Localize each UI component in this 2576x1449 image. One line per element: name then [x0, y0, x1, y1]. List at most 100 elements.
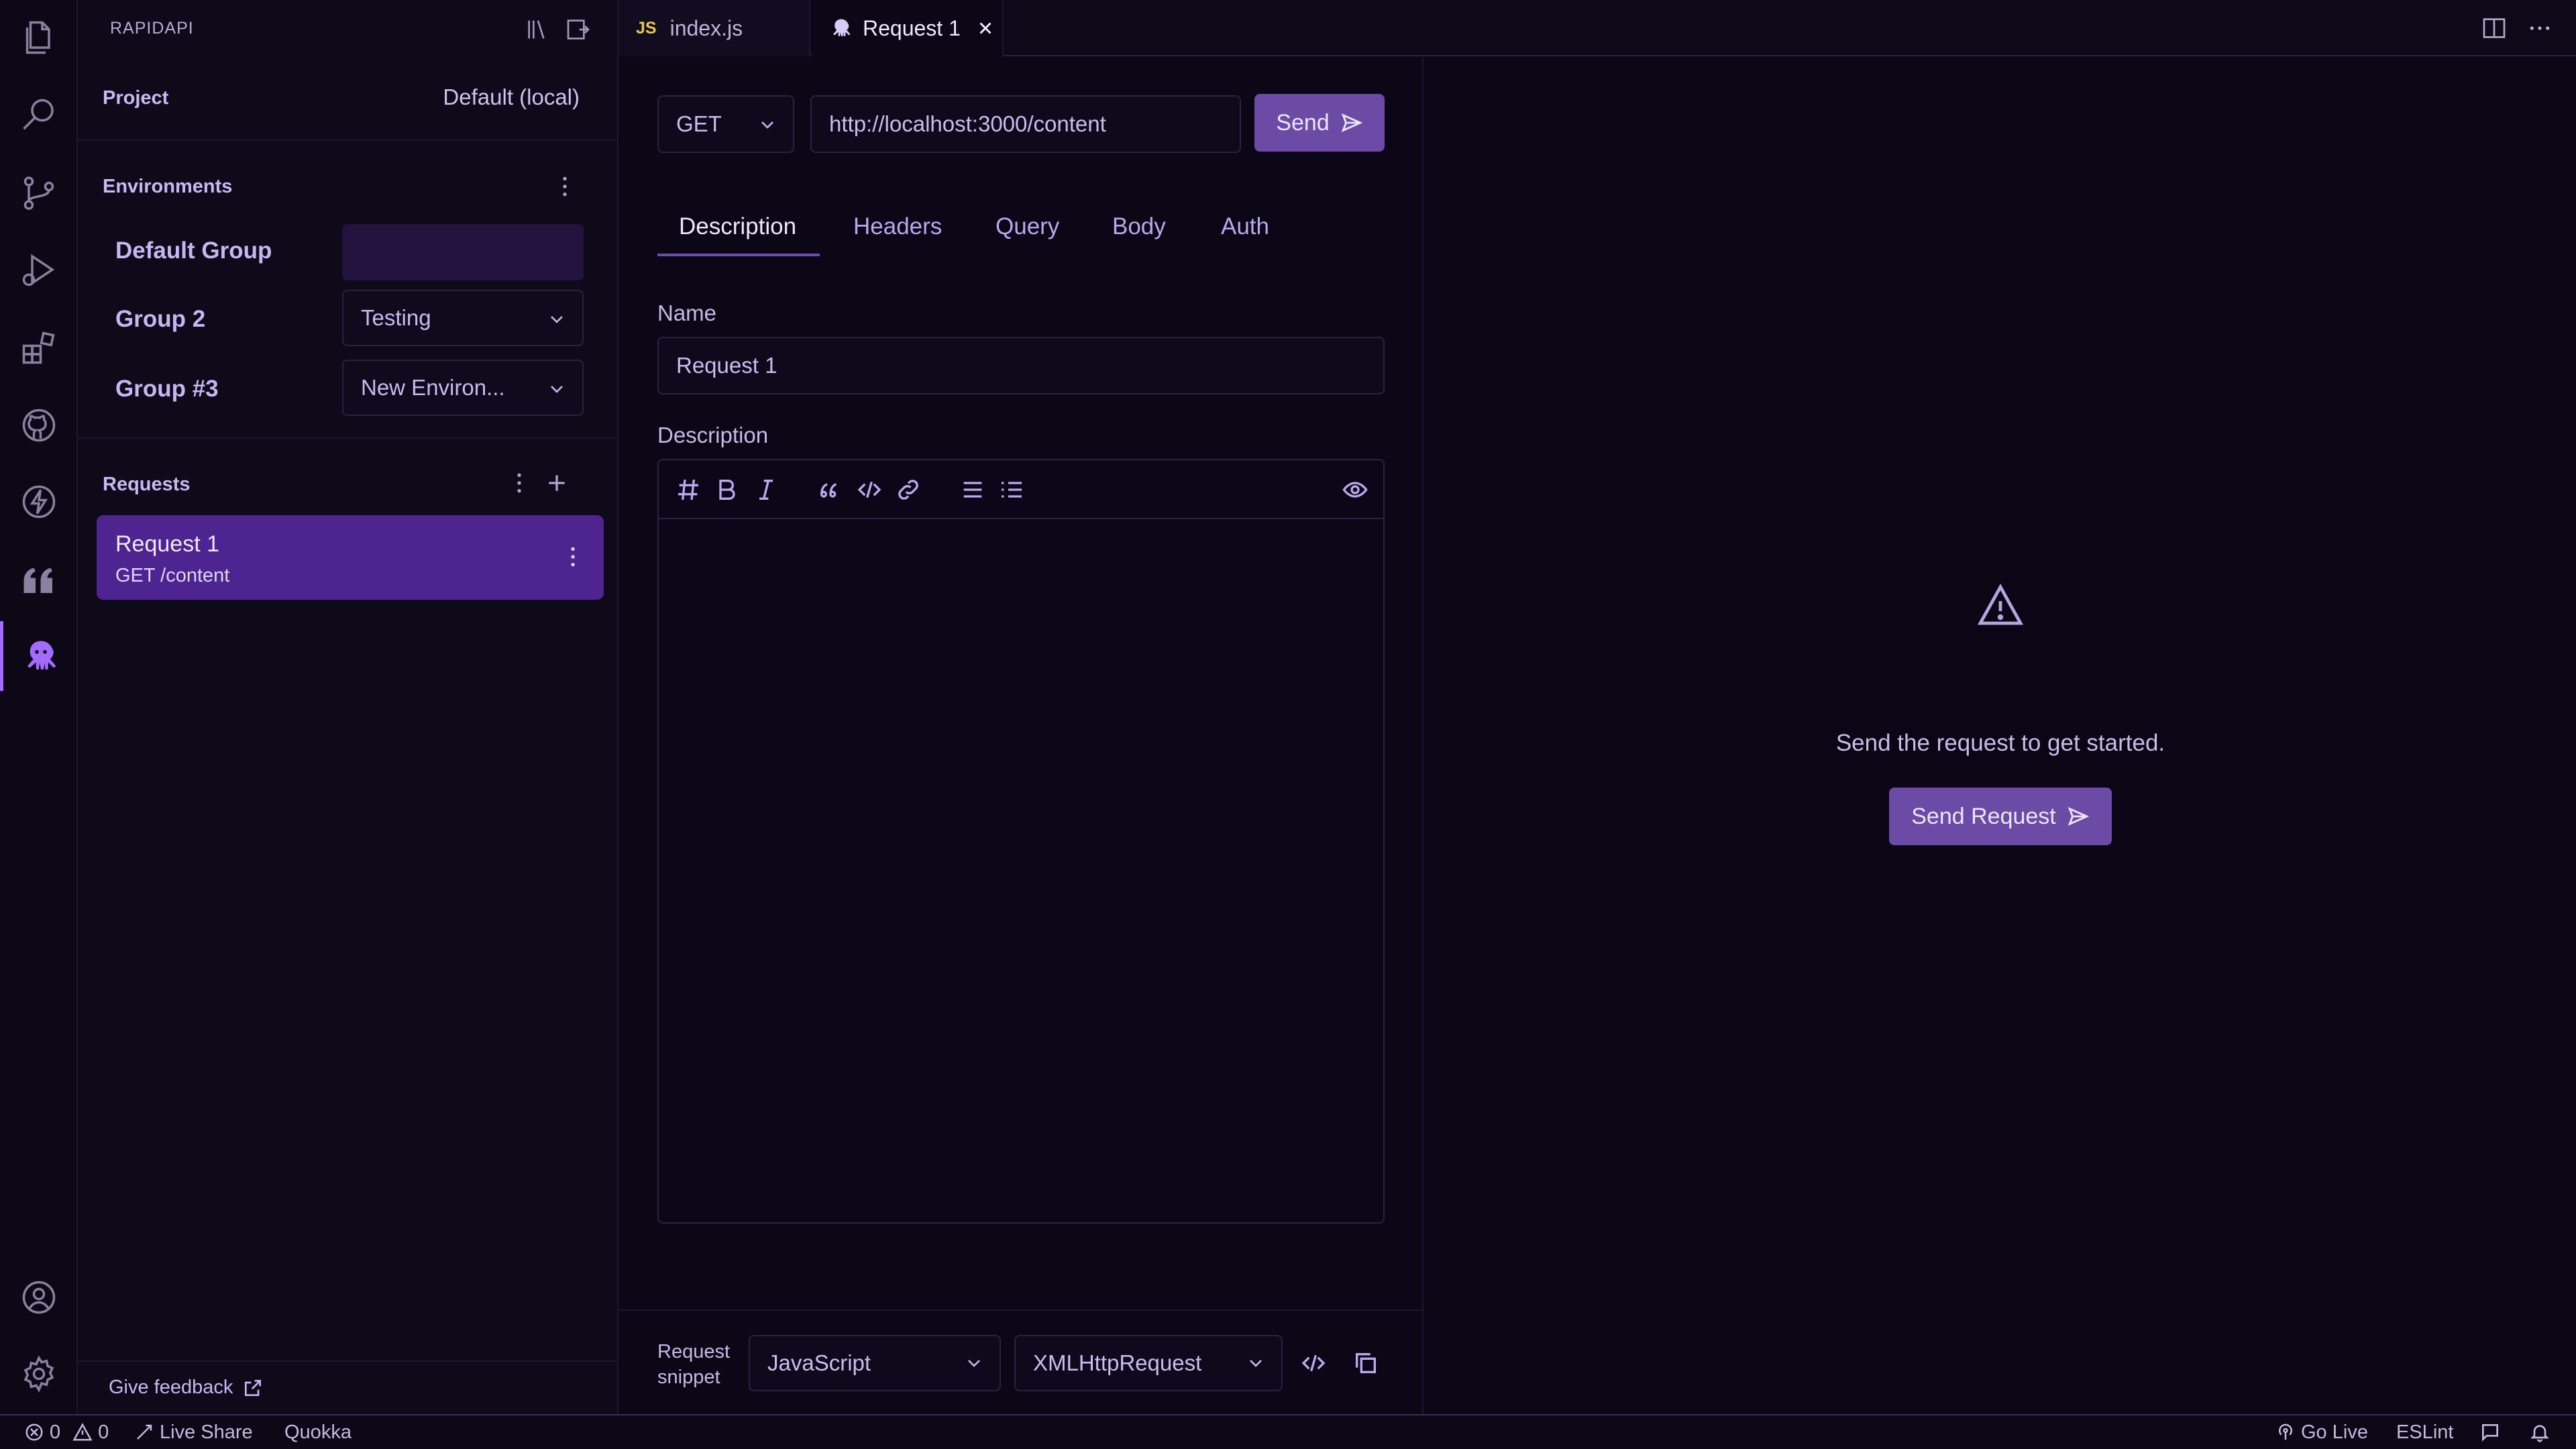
source-control-icon[interactable]	[0, 158, 78, 228]
snippet-library-value: XMLHttpRequest	[1033, 1350, 1202, 1375]
heading-icon[interactable]	[675, 476, 702, 503]
copy-icon[interactable]	[1352, 1350, 1379, 1377]
snippet-language-select[interactable]: JavaScript	[749, 1335, 1001, 1391]
external-link-icon	[245, 1379, 262, 1396]
environment-group-name: Default Group	[115, 237, 272, 264]
link-icon[interactable]	[895, 476, 922, 503]
preview-eye-icon[interactable]	[1342, 476, 1368, 503]
search-icon[interactable]	[0, 80, 78, 150]
requests-label: Requests	[103, 474, 191, 495]
request-list-item[interactable]: Request 1 GET /content	[97, 515, 604, 600]
bolt-icon[interactable]	[0, 467, 78, 537]
chevron-down-icon	[963, 1352, 985, 1374]
tab-description[interactable]: Description	[679, 213, 796, 240]
github-icon[interactable]	[0, 390, 78, 460]
environment-select-value: New Environ...	[361, 375, 505, 400]
request-name: Request 1	[115, 531, 219, 557]
sidebar-title: RAPIDAPI	[110, 19, 194, 38]
bulleted-list-icon[interactable]	[959, 476, 986, 503]
quote-format-icon[interactable]	[817, 476, 844, 503]
tab-headers[interactable]: Headers	[853, 213, 942, 240]
divider	[78, 1360, 619, 1362]
send-button[interactable]: Send	[1254, 94, 1385, 152]
snippet-language-value: JavaScript	[767, 1350, 871, 1375]
name-input[interactable]: Request 1	[657, 337, 1385, 394]
url-input[interactable]: http://localhost:3000/content	[810, 95, 1241, 153]
more-actions-icon[interactable]	[2526, 15, 2553, 42]
give-feedback-link[interactable]: Give feedback	[109, 1377, 264, 1399]
method-value: GET	[676, 111, 722, 136]
eslint-button[interactable]: ESLint	[2396, 1415, 2453, 1449]
send-label: Send	[1276, 109, 1330, 136]
editor-tab-bar: JS index.js Request 1	[619, 0, 2576, 56]
send-request-label: Send Request	[1911, 803, 2056, 829]
tab-index-js[interactable]: JS index.js	[619, 0, 810, 56]
environment-group-name: Group #3	[115, 376, 219, 402]
live-share-button[interactable]: Live Share	[134, 1415, 253, 1449]
give-feedback-label: Give feedback	[109, 1377, 233, 1398]
feedback-icon[interactable]	[2479, 1415, 2501, 1449]
environment-select-group3[interactable]: New Environ...	[342, 360, 584, 416]
error-icon	[25, 1424, 43, 1441]
request-detail: GET /content	[115, 565, 230, 586]
environment-select-default[interactable]	[342, 224, 584, 280]
name-label: Name	[657, 301, 717, 325]
environment-select-value: Testing	[361, 305, 431, 330]
rapidapi-sidebar: RAPIDAPI Project Default (local) Environ…	[78, 0, 619, 1414]
project-selector[interactable]: Default (local)	[443, 85, 580, 110]
activity-bar	[0, 0, 78, 1414]
tab-query[interactable]: Query	[996, 213, 1059, 240]
run-debug-icon[interactable]	[0, 235, 78, 305]
settings-gear-icon[interactable]	[0, 1339, 78, 1409]
tab-label: Request 1	[863, 15, 961, 40]
environments-label: Environments	[103, 176, 233, 197]
bold-icon[interactable]	[714, 476, 741, 503]
code-icon[interactable]	[856, 476, 883, 503]
add-request-icon[interactable]	[543, 470, 570, 496]
live-share-icon	[137, 1424, 152, 1440]
response-panel: Send the request to get started. Send Re…	[1425, 58, 2576, 1414]
notifications-bell-icon[interactable]	[2529, 1415, 2551, 1449]
tab-auth[interactable]: Auth	[1221, 213, 1269, 240]
extensions-icon[interactable]	[0, 313, 78, 382]
warning-icon	[1976, 581, 2025, 629]
close-icon[interactable]	[975, 18, 996, 38]
account-icon[interactable]	[0, 1263, 78, 1332]
library-icon[interactable]	[525, 16, 551, 43]
environments-more-icon[interactable]	[551, 173, 578, 200]
method-select[interactable]: GET	[657, 95, 794, 153]
warning-small-icon	[72, 1423, 93, 1441]
problems-indicator[interactable]: 0 0	[24, 1415, 109, 1449]
quote-icon[interactable]	[0, 545, 78, 614]
go-live-label: Go Live	[2301, 1421, 2368, 1443]
explorer-icon[interactable]	[0, 3, 78, 72]
new-request-icon[interactable]	[565, 16, 592, 43]
error-count: 0	[50, 1421, 61, 1443]
broadcast-icon	[2279, 1424, 2292, 1440]
italic-icon[interactable]	[753, 476, 780, 503]
numbered-list-icon[interactable]	[998, 476, 1025, 503]
send-icon	[1341, 113, 1362, 133]
rapidapi-tab-icon	[833, 19, 851, 36]
snippet-library-select[interactable]: XMLHttpRequest	[1014, 1335, 1283, 1391]
rapidapi-octopus-icon[interactable]	[0, 621, 78, 691]
send-request-button[interactable]: Send Request	[1889, 788, 2112, 845]
tab-body[interactable]: Body	[1112, 213, 1166, 240]
tab-request-1[interactable]: Request 1	[812, 0, 1004, 56]
quokka-button[interactable]: Quokka	[284, 1415, 352, 1449]
divider	[78, 140, 619, 141]
description-editor[interactable]	[657, 459, 1385, 1224]
divider	[619, 1309, 1422, 1311]
description-label: Description	[657, 423, 769, 447]
project-label: Project	[103, 87, 169, 109]
go-live-button[interactable]: Go Live	[2275, 1415, 2368, 1449]
send-icon	[2068, 806, 2089, 826]
tab-label: index.js	[669, 15, 743, 40]
snippet-label-line1: Request	[657, 1341, 731, 1362]
request-more-icon[interactable]	[559, 543, 586, 570]
split-editor-icon[interactable]	[2481, 15, 2508, 42]
view-code-icon[interactable]	[1300, 1350, 1327, 1377]
environment-select-group2[interactable]: Testing	[342, 290, 584, 346]
live-share-label: Live Share	[160, 1421, 253, 1443]
requests-more-icon[interactable]	[506, 470, 533, 496]
